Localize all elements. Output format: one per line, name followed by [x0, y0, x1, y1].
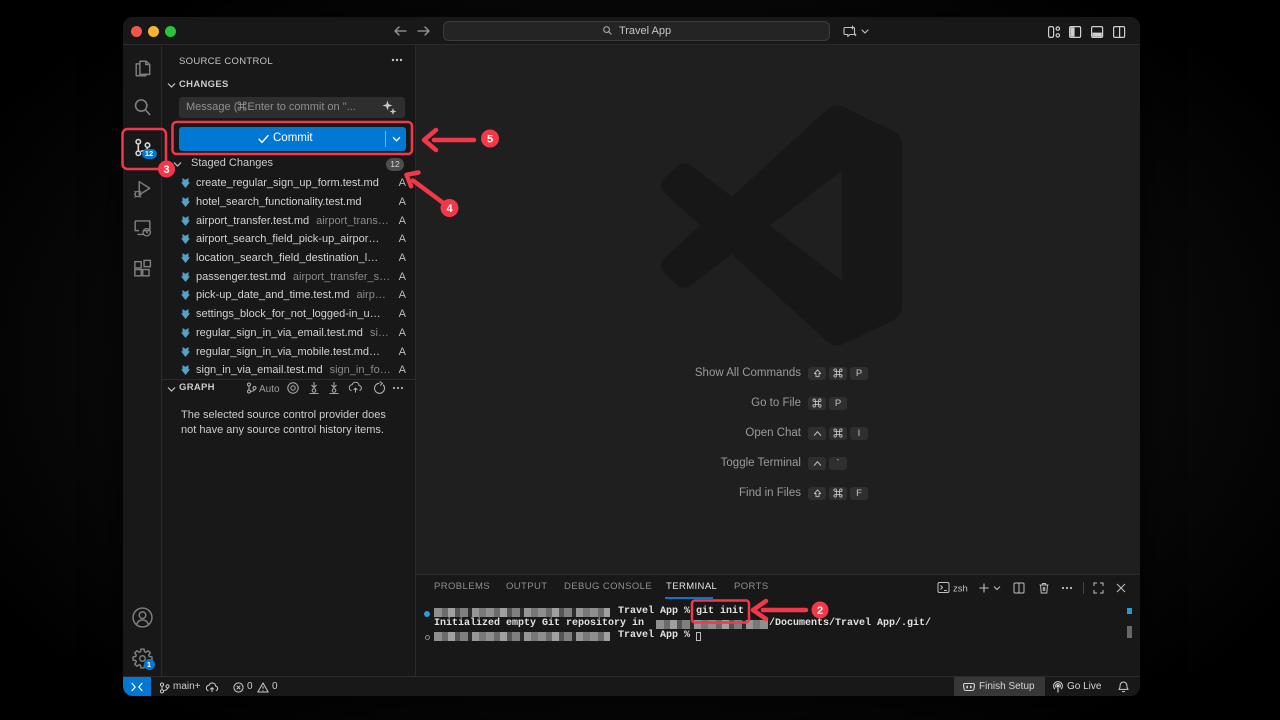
svg-text:zsh: zsh — [953, 584, 968, 595]
svg-text:Auto: Auto — [259, 384, 280, 395]
